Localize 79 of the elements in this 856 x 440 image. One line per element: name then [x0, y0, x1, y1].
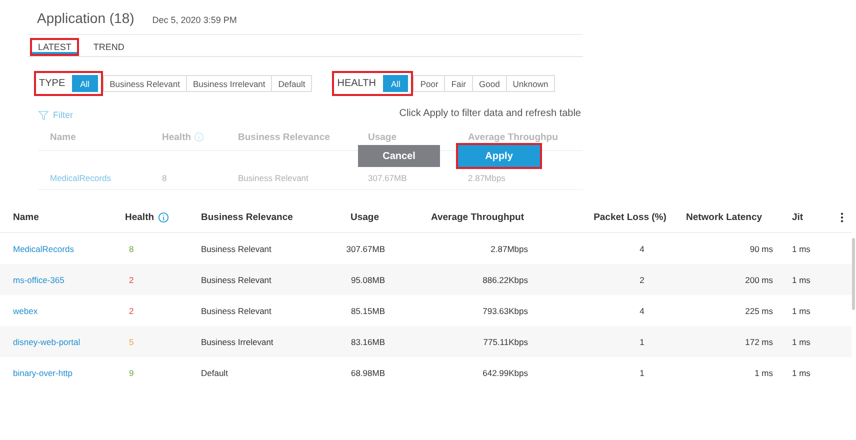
- filter-option[interactable]: Good: [473, 75, 507, 92]
- filter-option[interactable]: Business Relevant: [102, 75, 187, 92]
- column-header: Usage: [349, 212, 380, 222]
- usage-cell-text: 95.08MB: [350, 274, 385, 284]
- filter-option[interactable]: All: [382, 75, 408, 92]
- health-score: 9: [128, 368, 135, 378]
- app-link[interactable]: MedicalRecords: [13, 244, 125, 254]
- packet-loss-cell-text: 1: [638, 368, 646, 378]
- throughput-cell-text: 775.11Kbps: [482, 336, 529, 346]
- table-cell-text: 8: [162, 173, 168, 183]
- table-cell-text: 307.67MB: [368, 173, 408, 183]
- column-header: Business Relevance: [238, 132, 331, 142]
- app-link[interactable]: disney-web-portal: [13, 336, 125, 346]
- app-link[interactable]: binary-over-http: [13, 368, 125, 378]
- throughput-cell-text: 2.87Mbps: [490, 244, 529, 254]
- table-cell-text: MedicalRecords: [50, 173, 112, 183]
- table-cell-text: Business Relevant: [238, 173, 310, 183]
- column-header: Health: [162, 132, 238, 142]
- relevance-cell-text: Default: [201, 368, 229, 378]
- cancel-button[interactable]: Cancel: [358, 145, 440, 167]
- column-header: Average Throughpu: [468, 132, 559, 142]
- throughput-cell-text: 793.63Kbps: [482, 306, 529, 316]
- column-header: Network Latency: [684, 212, 764, 222]
- column-header: Name: [13, 212, 40, 222]
- column-header: Name: [50, 132, 77, 142]
- filter-option[interactable]: Fair: [445, 75, 473, 92]
- column-header: Health: [125, 212, 201, 222]
- filter-option[interactable]: Default: [272, 75, 312, 92]
- latency-cell-text: 200 ms: [744, 274, 774, 284]
- jitter-cell-text: 1 ms: [791, 368, 812, 378]
- table-cell-text: 2.87Mbps: [468, 173, 506, 183]
- usage-cell-text: 83.16MB: [350, 336, 385, 346]
- relevance-cell-text: Business Relevant: [201, 274, 272, 284]
- page-title: Application (18): [37, 10, 134, 26]
- usage-cell-text: 85.15MB: [350, 306, 385, 316]
- packet-loss-cell-text: 2: [638, 274, 646, 284]
- info-icon: [194, 132, 204, 142]
- packet-loss-cell-text: 1: [638, 336, 646, 346]
- health-score: 2: [128, 274, 135, 284]
- latency-cell-text: 1 ms: [754, 368, 774, 378]
- filter-label: HEALTH: [337, 78, 376, 89]
- latency-cell-text: 90 ms: [748, 244, 774, 254]
- throughput-cell-text: 642.99Kbps: [482, 368, 529, 378]
- health-score: 5: [128, 336, 135, 346]
- filter-label: TYPE: [39, 78, 66, 89]
- jitter-cell-text: 1 ms: [791, 336, 812, 346]
- latency-cell-text: 172 ms: [744, 336, 774, 346]
- app-link[interactable]: ms-office-365: [13, 274, 125, 284]
- app-link[interactable]: webex: [13, 306, 125, 316]
- tab[interactable]: TREND: [85, 38, 132, 56]
- column-header: Usage: [368, 132, 398, 142]
- more-icon[interactable]: [840, 212, 844, 222]
- filter-icon: [38, 110, 49, 120]
- packet-loss-cell-text: 4: [638, 244, 646, 254]
- timestamp: Dec 5, 2020 3:59 PM: [152, 15, 237, 25]
- packet-loss-cell-text: 4: [638, 306, 646, 316]
- apply-button[interactable]: Apply: [458, 145, 540, 167]
- jitter-cell-text: 1 ms: [791, 306, 812, 316]
- relevance-cell-text: Business Relevant: [201, 244, 272, 254]
- column-header: Business Relevance: [201, 212, 294, 222]
- usage-cell-text: 68.98MB: [350, 368, 385, 378]
- filter-option[interactable]: Poor: [413, 75, 446, 92]
- column-header: Jit: [791, 212, 804, 222]
- throughput-cell-text: 886.22Kbps: [482, 274, 529, 284]
- jitter-cell-text: 1 ms: [791, 244, 812, 254]
- tab[interactable]: LATEST: [30, 38, 80, 56]
- relevance-cell-text: Business Irrelevant: [201, 336, 274, 346]
- apply-hint: Click Apply to filter data and refresh table: [399, 108, 581, 119]
- filter-option[interactable]: Business Irrelevant: [186, 75, 272, 92]
- scrollbar-thumb[interactable]: [852, 238, 855, 310]
- latency-cell-text: 225 ms: [744, 306, 774, 316]
- filter-option[interactable]: All: [72, 75, 98, 92]
- jitter-cell-text: 1 ms: [791, 274, 812, 284]
- health-score: 2: [128, 306, 135, 316]
- health-score: 8: [128, 244, 135, 254]
- relevance-cell-text: Business Relevant: [201, 306, 272, 316]
- usage-cell-text: 307.67MB: [345, 244, 385, 254]
- column-header: Average Throughput: [430, 212, 526, 222]
- filter-option[interactable]: Unknown: [506, 75, 556, 92]
